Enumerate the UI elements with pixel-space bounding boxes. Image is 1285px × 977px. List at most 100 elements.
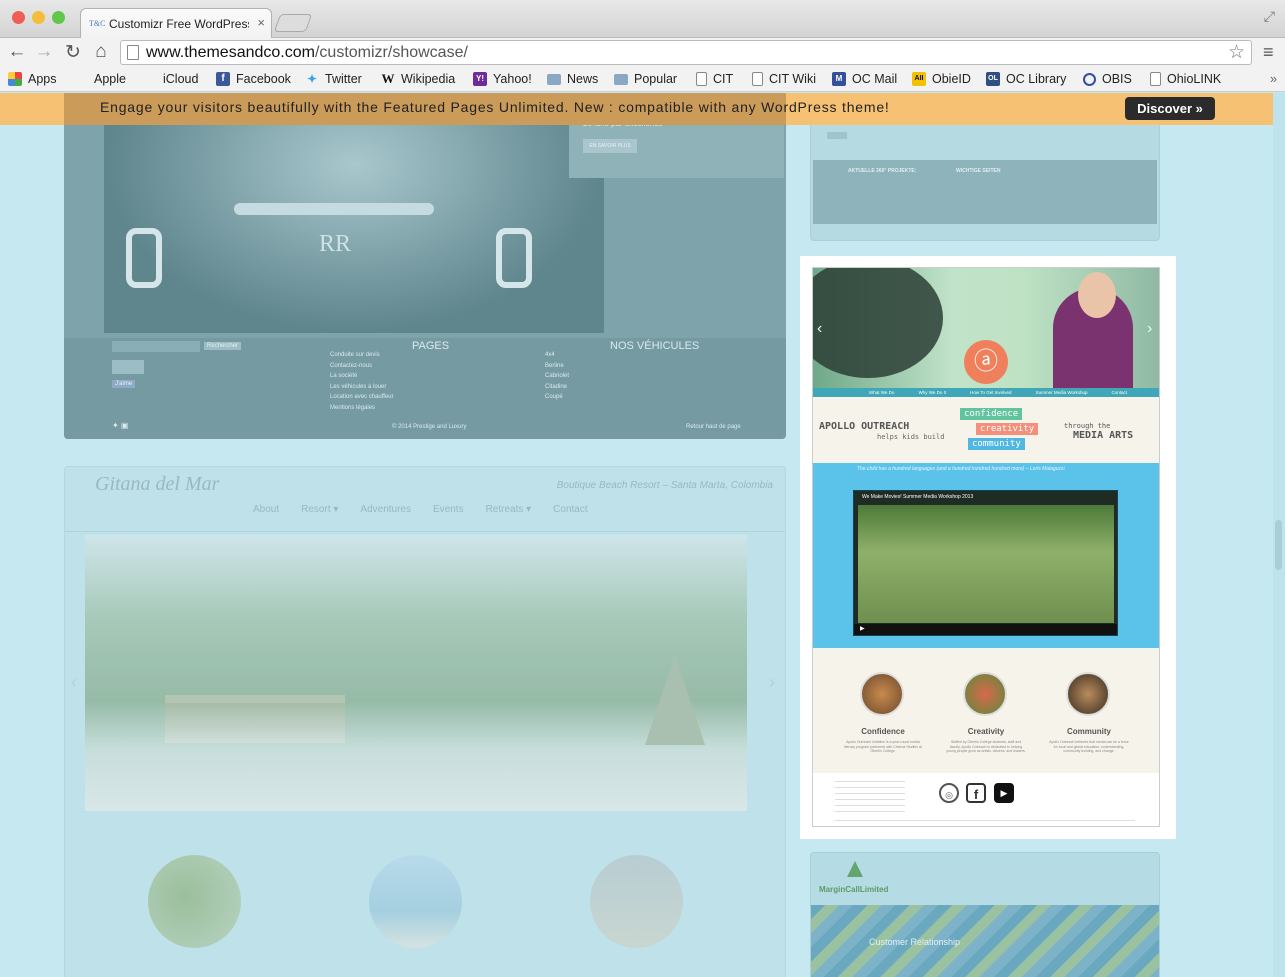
minimize-window-button[interactable] bbox=[32, 11, 45, 24]
pillar-title: Creativity bbox=[967, 727, 1005, 736]
quote-text: The child has a hundred languages (and a… bbox=[857, 466, 1065, 472]
feature-circle[interactable] bbox=[369, 855, 462, 948]
bookmark-news[interactable]: News bbox=[547, 72, 598, 86]
reload-button[interactable]: ↻ bbox=[62, 41, 84, 64]
new-tab-button[interactable] bbox=[273, 14, 313, 32]
bookmark-ohiolink[interactable]: OhioLINK bbox=[1150, 72, 1221, 86]
oc-mail-icon: M bbox=[832, 72, 846, 86]
bookmark-cit-wiki[interactable]: CIT Wiki bbox=[752, 72, 816, 86]
facebook-icon[interactable]: f bbox=[966, 783, 986, 803]
apollo-hero: ⓐ ‹ › bbox=[813, 268, 1159, 396]
tab-close-icon[interactable]: × bbox=[257, 15, 265, 30]
bookmark-obis[interactable]: OBIS bbox=[1083, 72, 1132, 86]
fullscreen-icon[interactable]: ⤢ bbox=[1264, 8, 1275, 25]
like-widget[interactable] bbox=[112, 360, 144, 374]
nav-contact[interactable]: Contact bbox=[1112, 388, 1128, 397]
bookmark-star-icon[interactable]: ☆ bbox=[1228, 41, 1245, 64]
margin-caption: Customer Relationship bbox=[869, 937, 961, 947]
feature-circle[interactable] bbox=[590, 855, 683, 948]
video-controls[interactable]: ▶ bbox=[854, 624, 1117, 635]
address-bar[interactable]: www.themesandco.com/customizr/showcase/ … bbox=[120, 40, 1252, 65]
bookmark-oc-mail[interactable]: M OC Mail bbox=[832, 72, 897, 86]
vehicles-heading: NOS VÉHICULES bbox=[610, 340, 700, 352]
bookmark-popular[interactable]: Popular bbox=[614, 72, 677, 86]
zoom-window-button[interactable] bbox=[52, 11, 65, 24]
showcase-margin-call[interactable]: MarginCallLimited Customer Relationship bbox=[810, 852, 1160, 977]
page-icon bbox=[127, 45, 139, 60]
more-button[interactable]: EN SAVOIR PLUS bbox=[583, 139, 637, 153]
vehicles-list: 4x4 Berline Cabriolet Citadine Coupé bbox=[545, 352, 570, 400]
discover-button[interactable]: Discover » bbox=[1125, 97, 1215, 120]
nav-why[interactable]: Why We Do It bbox=[918, 388, 946, 397]
apple-icon bbox=[74, 72, 88, 86]
feature-circle[interactable] bbox=[148, 855, 241, 948]
promo-message: Engage your visitors beautifully with th… bbox=[100, 99, 890, 115]
menu-contact[interactable]: Contact bbox=[553, 504, 587, 515]
menu-retreats[interactable]: Retreats ▾ bbox=[486, 504, 532, 515]
tab-favicon: T&C bbox=[89, 19, 106, 28]
scrollbar-thumb[interactable] bbox=[1275, 520, 1282, 570]
showcase-gitana-del-mar[interactable]: Gitana del Mar Boutique Beach Resort – S… bbox=[64, 466, 786, 977]
play-icon[interactable]: ▶ bbox=[860, 625, 865, 632]
site-button bbox=[827, 132, 847, 139]
bookmark-yahoo[interactable]: Y! Yahoo! bbox=[473, 72, 532, 86]
forward-button[interactable]: → bbox=[33, 41, 55, 63]
showcase-apollo-outreach[interactable]: ⓐ ‹ › What We Do Why We Do It How To Get… bbox=[812, 267, 1160, 827]
menu-about[interactable]: About bbox=[253, 504, 279, 515]
footer-search-input[interactable] bbox=[112, 341, 200, 352]
site-footer: Rechercher J'aime PAGES NOS VÉHICULES Co… bbox=[64, 338, 786, 439]
rope-photo bbox=[811, 905, 1159, 977]
tab-title: Customizr Free WordPress bbox=[109, 17, 249, 31]
divider bbox=[835, 820, 1135, 821]
menu-events[interactable]: Events bbox=[433, 504, 464, 515]
slider-prev-icon[interactable]: ‹ bbox=[817, 320, 822, 338]
bookmark-icloud[interactable]: iCloud bbox=[143, 72, 198, 86]
badge-icon[interactable]: ◎ bbox=[939, 783, 959, 803]
close-window-button[interactable] bbox=[12, 11, 25, 24]
footer-contact bbox=[835, 776, 905, 816]
apps-grid-icon bbox=[8, 72, 22, 86]
bookmarks-bar: Apps Apple iCloud f Facebook ✦ Twitter W Wi… bbox=[0, 68, 1285, 92]
bookmark-cit[interactable]: CIT bbox=[696, 72, 733, 86]
apollo-nav: What We Do Why We Do It How To Get Invol… bbox=[813, 388, 1159, 397]
slider-next-icon[interactable]: › bbox=[1147, 320, 1152, 338]
menu-adventures[interactable]: Adventures bbox=[360, 504, 411, 515]
rr-logo: RR bbox=[319, 231, 352, 257]
showcase-rolls-royce[interactable]: RR Le luxe par excellence EN SAVOIR PLUS… bbox=[64, 93, 786, 439]
video-band: The child has a hundred languages (and a… bbox=[813, 463, 1159, 648]
bookmark-oc-library[interactable]: OL OC Library bbox=[986, 72, 1066, 86]
community-photo bbox=[1066, 672, 1110, 716]
menu-resort[interactable]: Resort ▾ bbox=[301, 504, 338, 515]
bookmark-apple[interactable]: Apple bbox=[74, 72, 126, 86]
nav-involved[interactable]: How To Get Involved bbox=[970, 388, 1011, 397]
bookmark-wikipedia[interactable]: W Wikipedia bbox=[381, 72, 456, 87]
bookmark-obieid[interactable]: AII ObieID bbox=[912, 72, 971, 86]
youtube-icon[interactable]: ▶ bbox=[994, 783, 1014, 803]
margin-logo-icon bbox=[847, 861, 863, 877]
apollo-title: APOLLO OUTREACH bbox=[819, 421, 910, 432]
page-icon bbox=[752, 72, 763, 86]
page-icon bbox=[1150, 72, 1161, 86]
like-button[interactable]: J'aime bbox=[112, 380, 136, 388]
slider-prev-icon[interactable]: ‹ bbox=[71, 672, 77, 693]
bookmarks-overflow-icon[interactable]: » bbox=[1270, 72, 1277, 86]
slider-next-icon[interactable]: › bbox=[769, 672, 775, 693]
bookmark-apps[interactable]: Apps bbox=[8, 72, 57, 86]
pages-list: Conduite sur devis Contactez-nous La socié… bbox=[330, 352, 394, 411]
video-player[interactable]: We Make Movies! Summer Media Workshop 20… bbox=[853, 490, 1118, 636]
projects-heading: AKTUELLE 360° PROJEKTE: bbox=[848, 168, 917, 174]
pillar-title: Community bbox=[1067, 727, 1111, 736]
home-button[interactable]: ⌂ bbox=[90, 41, 112, 63]
nav-what-we-do[interactable]: What We Do bbox=[869, 388, 894, 397]
nav-workshop[interactable]: Summer Media Workshop bbox=[1036, 388, 1088, 397]
back-to-top-link[interactable]: Retour haut de page bbox=[686, 422, 741, 433]
browser-tab[interactable]: T&C Customizr Free WordPress × bbox=[80, 8, 272, 39]
footer-search-button[interactable]: Rechercher bbox=[204, 342, 242, 350]
chrome-menu-icon[interactable]: ≡ bbox=[1263, 42, 1277, 63]
pillar-title: Confidence bbox=[861, 727, 905, 736]
page-icon bbox=[696, 72, 707, 86]
back-button[interactable]: ← bbox=[6, 41, 28, 63]
bookmark-twitter[interactable]: ✦ Twitter bbox=[305, 72, 362, 86]
bookmark-facebook[interactable]: f Facebook bbox=[216, 72, 291, 86]
footer-copyright: © 2014 Prestige and Luxury bbox=[392, 424, 467, 430]
